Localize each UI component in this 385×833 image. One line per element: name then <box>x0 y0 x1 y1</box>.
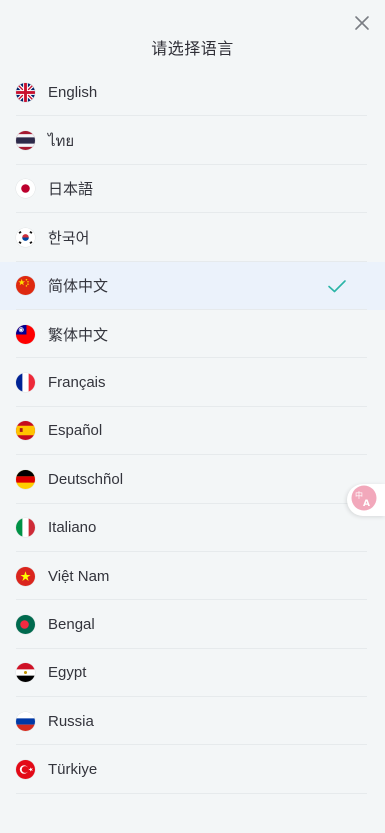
language-label: Türkiye <box>48 761 98 779</box>
language-list: English ไทย 日本語 한국어 简体中文 繁体中文 Français E… <box>0 68 385 795</box>
turkey-flag-icon <box>16 760 35 780</box>
france-flag-icon <box>16 373 35 393</box>
language-item-italian[interactable]: Italiano <box>0 504 385 553</box>
china-flag-icon <box>16 276 35 296</box>
language-item-egypt[interactable]: Egypt <box>0 649 385 698</box>
translate-float-button[interactable]: 中 A <box>347 484 385 516</box>
language-item-traditional-chinese[interactable]: 繁体中文 <box>0 310 385 359</box>
language-item-spanish[interactable]: Español <box>0 407 385 456</box>
language-item-english[interactable]: English <box>0 68 385 117</box>
language-item-russian[interactable]: Russia <box>0 697 385 746</box>
language-label: Italiano <box>48 519 97 537</box>
language-label: ไทย <box>48 132 75 150</box>
language-item-turkish[interactable]: Türkiye <box>0 745 385 795</box>
checkmark-icon <box>327 278 347 294</box>
russia-flag-icon <box>16 711 35 731</box>
bangladesh-flag-icon <box>16 614 35 634</box>
language-label: 繁体中文 <box>48 326 109 344</box>
language-item-thai[interactable]: ไทย <box>0 116 385 166</box>
language-item-japanese[interactable]: 日本語 <box>0 165 385 214</box>
uk-flag-icon <box>16 82 35 102</box>
spain-flag-icon <box>16 421 35 441</box>
language-label: Español <box>48 422 103 440</box>
germany-flag-icon <box>16 469 35 489</box>
language-item-vietnamese[interactable]: Việt Nam <box>0 552 385 601</box>
svg-text:A: A <box>363 499 370 509</box>
language-label: English <box>48 83 98 101</box>
korea-flag-icon <box>16 227 35 247</box>
page-title: 请选择语言 <box>151 41 234 58</box>
header: 请选择语言 <box>0 0 385 68</box>
svg-text:中: 中 <box>355 490 363 500</box>
language-label: Việt Nam <box>48 567 110 585</box>
thailand-flag-icon <box>16 131 35 151</box>
japan-flag-icon <box>16 179 35 199</box>
egypt-flag-icon <box>16 663 35 683</box>
translate-icon: 中 A <box>351 485 377 516</box>
language-label: Russia <box>48 712 94 730</box>
language-label: Bengal <box>48 615 95 633</box>
language-item-bengal[interactable]: Bengal <box>0 600 385 650</box>
language-label: 日本語 <box>48 181 94 199</box>
language-item-german[interactable]: Deutschñol <box>0 455 385 504</box>
language-label: Deutschñol <box>48 470 124 488</box>
language-item-french[interactable]: Français <box>0 358 385 408</box>
close-icon[interactable] <box>353 14 371 32</box>
taiwan-flag-icon <box>16 324 35 344</box>
vietnam-flag-icon <box>16 566 35 586</box>
language-label: 简体中文 <box>48 278 109 296</box>
language-item-simplified-chinese[interactable]: 简体中文 <box>0 261 385 311</box>
language-label: Egypt <box>48 664 87 682</box>
language-item-korean[interactable]: 한국어 <box>0 213 385 262</box>
italy-flag-icon <box>16 518 35 538</box>
language-label: 한국어 <box>48 229 90 247</box>
language-label: Français <box>48 374 106 392</box>
